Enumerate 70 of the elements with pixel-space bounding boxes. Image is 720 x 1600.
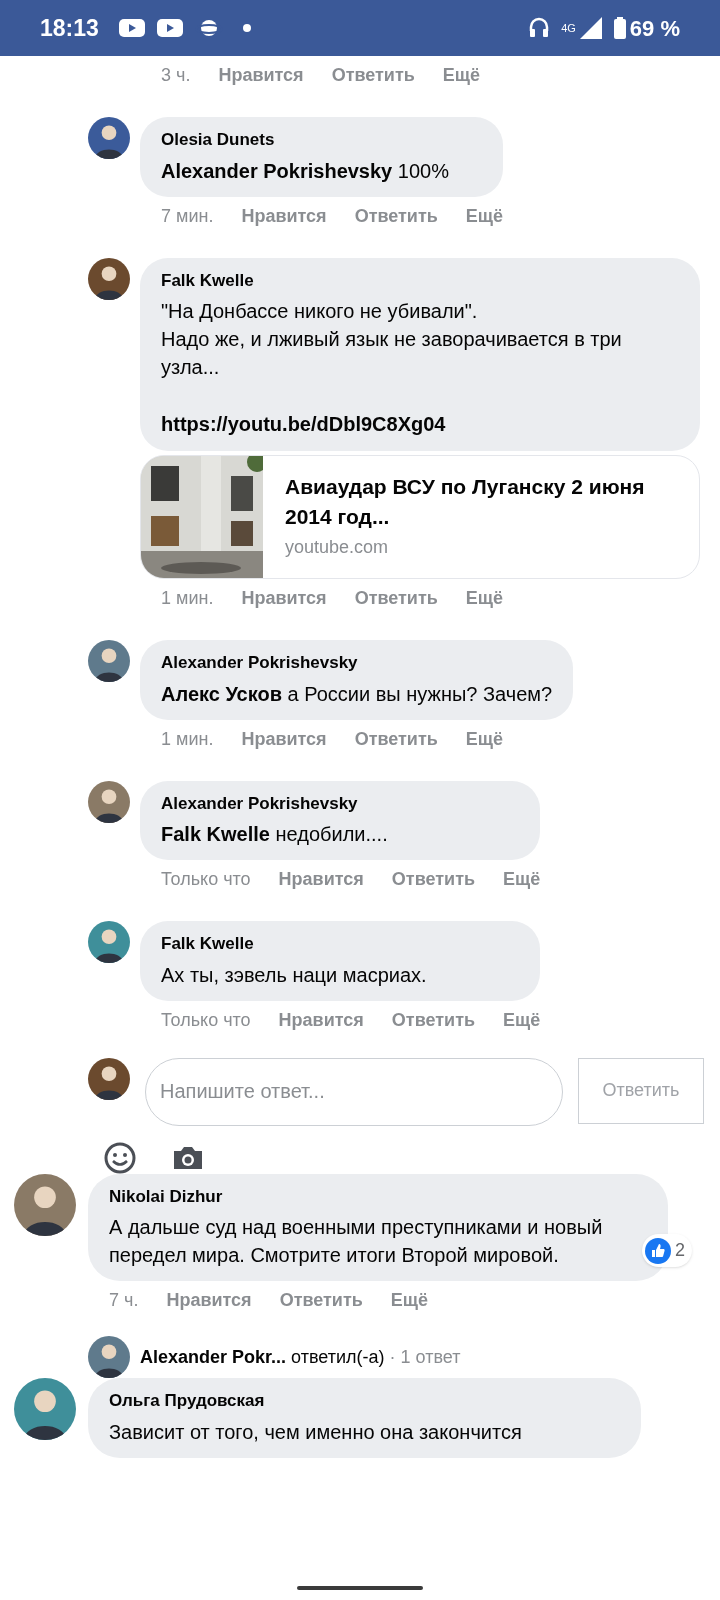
reply-link[interactable]: Ответить: [354, 585, 438, 612]
signal-icon: [579, 17, 602, 39]
replies-link[interactable]: Alexander Pokr... ответил(-а) · 1 ответ: [140, 1343, 461, 1371]
reply-input-field[interactable]: Напишите ответ...: [145, 1057, 563, 1126]
reply-link[interactable]: Ответить: [391, 1006, 476, 1034]
like-link[interactable]: Нравится: [241, 202, 327, 230]
dot-icon: [242, 24, 251, 32]
author-name[interactable]: Alexander Pokrishevsky: [161, 790, 520, 816]
link[interactable]: https://youtu.be/dDbl9C8Xg04: [161, 409, 679, 439]
timestamp: 1 мин.: [161, 587, 214, 610]
reply-link[interactable]: Ответить: [391, 866, 476, 893]
more-link[interactable]: Ещё: [390, 1287, 429, 1314]
camera-icon[interactable]: [172, 1144, 204, 1171]
reply-link[interactable]: Ответить: [354, 202, 438, 230]
avatar-icon[interactable]: [88, 640, 130, 682]
more-link[interactable]: Ещё: [465, 725, 504, 753]
comment-text: Алекс Усков а России вы нужны? Зачем?: [161, 681, 553, 707]
more-link[interactable]: Ещё: [503, 866, 541, 893]
reaction-badge[interactable]: 2: [642, 1234, 692, 1267]
play-icon: [118, 19, 145, 37]
timestamp: 1 мин.: [161, 727, 214, 751]
comment-text: А дальше суд над военными преступниками и новый передел мира. Смотрите итоги Второй мировой.: [109, 1215, 604, 1268]
timestamp: Только что: [161, 868, 251, 891]
author-name[interactable]: Alexander Pokrishevsky: [161, 650, 553, 676]
more-link[interactable]: Ещё: [503, 1006, 541, 1034]
like-link[interactable]: Нравится: [166, 1287, 252, 1314]
author-name[interactable]: Falk Kwelle: [161, 931, 520, 957]
reaction-count: 2: [675, 1239, 686, 1262]
author-name[interactable]: Nikolai Dizhur: [109, 1183, 647, 1209]
emoji-icon[interactable]: [104, 1141, 136, 1174]
reply-link[interactable]: Ответить: [331, 62, 415, 89]
link-preview-card[interactable]: Авиаудар ВСУ по Луганску 2 июня 2014 год... youtube.com: [140, 455, 700, 579]
timestamp: Только что: [161, 1008, 251, 1032]
battery-level: 69 %: [629, 14, 680, 43]
avatar-icon[interactable]: [88, 117, 130, 159]
preview-title: Авиаудар ВСУ по Луганску 2 июня 2014 год...: [285, 474, 646, 530]
avatar-icon[interactable]: [88, 1336, 130, 1378]
comment-text: "На Донбассе никого не убивали". Надо же, и лживый язык не заворачивается в три узла...: [161, 299, 623, 380]
more-link[interactable]: Ещё: [442, 62, 481, 89]
comment-text: Alexander Pokrishevsky 100%: [161, 158, 450, 184]
timestamp: 7 мин.: [161, 204, 214, 228]
comment-text: Ах ты, зэвель наци масриах.: [161, 962, 428, 988]
timestamp: 3 ч.: [161, 64, 191, 87]
author-name[interactable]: Ольга Прудовская: [109, 1388, 620, 1414]
network-label: 4G: [561, 22, 576, 34]
avatar-icon[interactable]: [88, 257, 130, 300]
timestamp: 7 ч.: [109, 1289, 139, 1312]
like-link[interactable]: Нравится: [241, 585, 327, 612]
comment-text: Зависит от того, чем именно она закончится: [109, 1419, 523, 1445]
clock: 18:13: [40, 13, 99, 43]
author-name[interactable]: Falk Kwelle: [161, 267, 679, 293]
headphones-icon: [529, 17, 550, 39]
more-link[interactable]: Ещё: [465, 202, 504, 230]
avatar-icon[interactable]: [88, 1057, 130, 1100]
avatar-icon[interactable]: [88, 921, 130, 963]
thumbs-up-icon: [645, 1237, 671, 1264]
like-link[interactable]: Нравится: [278, 1006, 364, 1034]
battery-icon: [613, 17, 626, 39]
more-link[interactable]: Ещё: [465, 585, 504, 612]
like-link[interactable]: Нравится: [241, 725, 327, 753]
like-link[interactable]: Нравится: [218, 62, 304, 89]
avatar-icon[interactable]: [88, 780, 130, 823]
reply-link[interactable]: Ответить: [279, 1287, 363, 1314]
play-icon: [156, 19, 183, 37]
reply-link[interactable]: Ответить: [354, 725, 438, 753]
reply-button[interactable]: Ответить: [578, 1057, 704, 1124]
preview-domain: youtube.com: [285, 536, 390, 559]
author-name[interactable]: Olesia Dunets: [161, 127, 483, 153]
comment-text: Falk Kwelle недобили....: [161, 822, 389, 847]
like-link[interactable]: Нравится: [278, 866, 364, 893]
